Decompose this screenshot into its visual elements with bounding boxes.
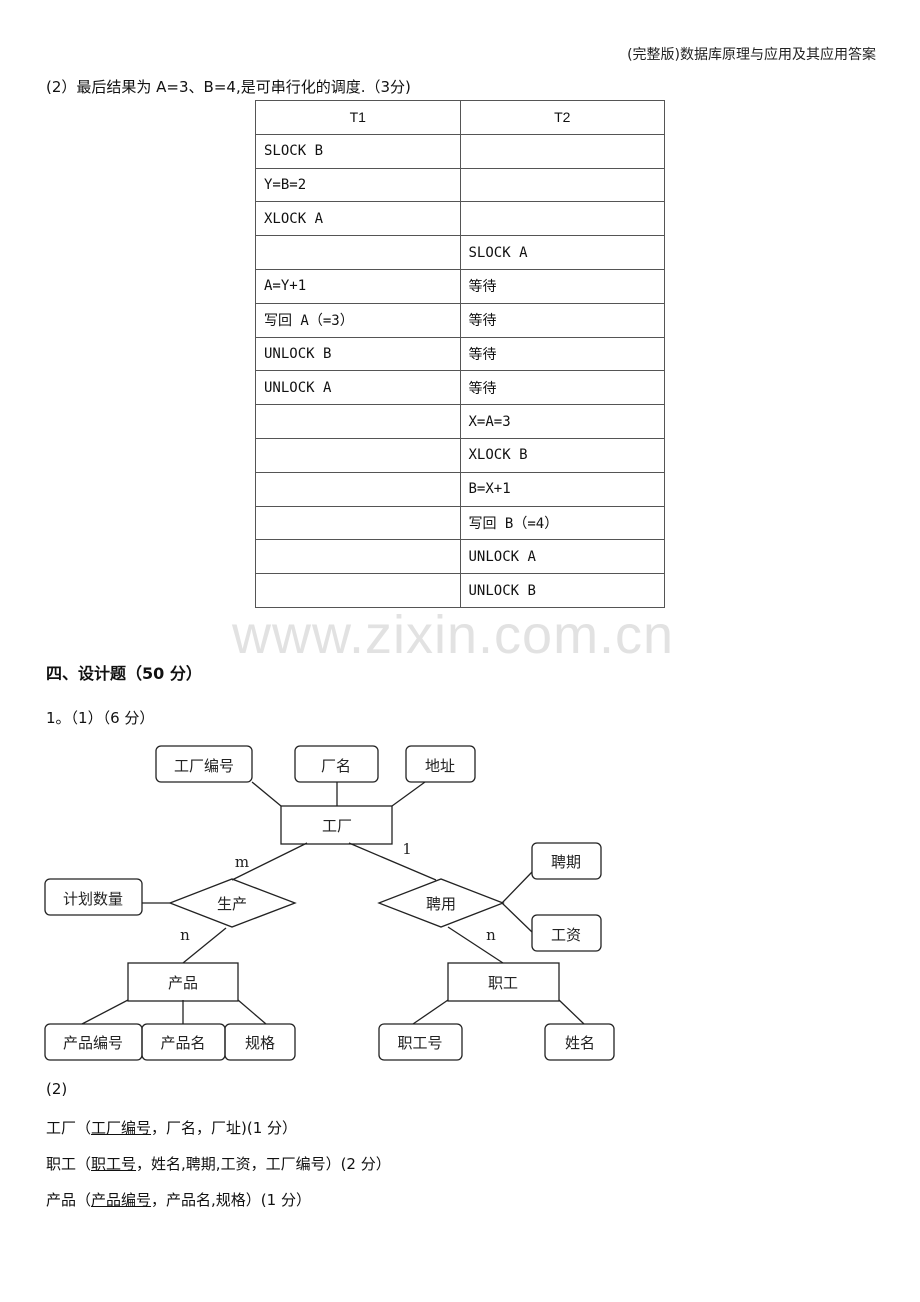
attr-address-label: 地址: [425, 757, 455, 775]
attr-factory-id-label: 工厂编号: [174, 757, 234, 775]
relationship-hire-label: 聘用: [426, 895, 456, 913]
attr-hire-period-label: 聘期: [551, 853, 581, 871]
connector: [412, 999, 449, 1025]
relation-attributes: ，厂名，厂址)(1 分）: [151, 1119, 298, 1137]
entity-product-label: 产品: [168, 974, 198, 992]
primary-key: 产品编号: [91, 1191, 152, 1209]
er-diagram: 工厂 产品 职工 生产 聘用 工厂编号 厂名 地址 计划数量 聘期 工资 产品编…: [44, 745, 615, 1061]
relationship-produce-label: 生产: [217, 895, 247, 913]
attr-employee-id-label: 职工号: [397, 1034, 442, 1052]
attr-product-name-label: 产品名: [160, 1034, 205, 1052]
relation-name: 工厂（: [46, 1119, 92, 1137]
primary-key: 工厂编号: [91, 1119, 152, 1137]
attr-product-id-label: 产品编号: [63, 1034, 123, 1052]
cardinality-n-employee: n: [486, 926, 496, 944]
connector: [348, 842, 437, 881]
attr-employee-name-label: 姓名: [565, 1034, 595, 1052]
attr-factory-name-label: 厂名: [321, 757, 351, 775]
cardinality-m: m: [235, 853, 249, 871]
relation-attributes: ，姓名,聘期,工资，工厂编号）(2 分）: [136, 1155, 391, 1173]
connector: [391, 781, 426, 807]
relation-attributes: ，产品名,规格）(1 分）: [151, 1191, 311, 1209]
connector: [81, 999, 129, 1025]
relation-schema: 工厂（工厂编号，厂名，厂址)(1 分）: [46, 1117, 297, 1138]
relation-schema: 产品（产品编号，产品名,规格）(1 分）: [46, 1189, 311, 1210]
connector: [251, 781, 282, 807]
relation-name: 职工（: [46, 1155, 92, 1173]
relation-name: 产品（: [46, 1191, 92, 1209]
connector: [237, 999, 267, 1025]
entity-factory-label: 工厂: [322, 817, 352, 835]
attr-spec-label: 规格: [245, 1034, 275, 1052]
connector: [501, 871, 533, 904]
connector: [501, 902, 533, 933]
attr-salary-label: 工资: [551, 926, 581, 944]
attr-plan-qty-label: 计划数量: [63, 890, 123, 908]
connector: [558, 999, 585, 1025]
cardinality-n-product: n: [180, 926, 190, 944]
relation-schema: 职工（职工号，姓名,聘期,工资，工厂编号）(2 分）: [46, 1153, 391, 1174]
entity-employee-label: 职工: [488, 974, 518, 992]
cardinality-1: 1: [402, 840, 412, 858]
part2-label: (2): [46, 1080, 68, 1098]
primary-key: 职工号: [91, 1155, 137, 1173]
